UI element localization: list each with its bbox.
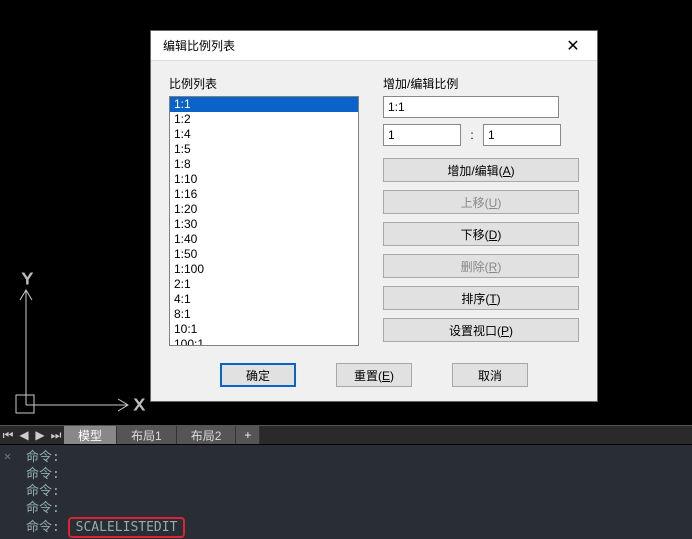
scale-list-item[interactable]: 1:20 [170,202,358,217]
scale-list-item[interactable]: 8:1 [170,307,358,322]
tab-next-icon[interactable]: ▶ [32,425,48,445]
tab-prev-icon[interactable]: ◀ [16,425,32,445]
tab-layout2[interactable]: 布局2 [177,426,237,444]
add-edit-button[interactable]: 增加/编辑(A) [383,158,579,182]
command-line: 命令: SCALELISTEDIT [26,517,686,538]
tab-model[interactable]: 模型 [64,426,117,444]
axis-y-label: Y [22,271,33,288]
delete-button[interactable]: 删除(R) [383,254,579,278]
dialog-titlebar[interactable]: 编辑比例列表 ✕ [151,31,597,61]
scale-list-item[interactable]: 1:10 [170,172,358,187]
layout-tabs-bar: ⏮ ◀ ▶ ⏭ 模型 布局1 布局2 + [0,425,692,445]
scale-list-item[interactable]: 1:30 [170,217,358,232]
ratio-separator: : [467,128,477,142]
scale-list-item[interactable]: 1:1 [170,97,358,112]
move-down-button[interactable]: 下移(D) [383,222,579,246]
ok-button[interactable]: 确定 [220,363,296,387]
scale-list-item[interactable]: 100:1 [170,337,358,346]
command-line: 命令: [26,466,686,483]
scale-listbox[interactable]: 1:11:21:41:51:81:101:161:201:301:401:501… [169,96,359,346]
scale-list-item[interactable]: 2:1 [170,277,358,292]
scale-list-label: 比例列表 [169,75,359,92]
reset-button[interactable]: 重置(E) [336,363,412,387]
ratio-right-input[interactable] [483,124,561,146]
scale-list-item[interactable]: 1:50 [170,247,358,262]
sort-button[interactable]: 排序(T) [383,286,579,310]
scale-list-item[interactable]: 1:40 [170,232,358,247]
close-icon[interactable]: ✕ [557,31,589,61]
scale-list-item[interactable]: 1:4 [170,127,358,142]
scale-list-item[interactable]: 1:16 [170,187,358,202]
scale-list-item[interactable]: 1:100 [170,262,358,277]
tab-add-button[interactable]: + [236,426,260,444]
scale-list-item[interactable]: 10:1 [170,322,358,337]
axis-x-label: X [134,397,145,414]
tab-first-icon[interactable]: ⏮ [0,425,16,445]
move-up-button[interactable]: 上移(U) [383,190,579,214]
command-close-icon[interactable]: ✕ [4,449,11,463]
command-line: 命令: [26,500,686,517]
command-line: 命令: [26,449,686,466]
scale-list-item[interactable]: 1:5 [170,142,358,157]
tab-layout1[interactable]: 布局1 [117,426,177,444]
dialog-title: 编辑比例列表 [163,37,235,54]
ratio-left-input[interactable] [383,124,461,146]
scale-name-input[interactable] [383,96,559,118]
command-highlight: SCALELISTEDIT [68,517,186,538]
edit-scale-list-dialog: 编辑比例列表 ✕ 比例列表 1:11:21:41:51:81:101:161:2… [150,30,598,402]
edit-scale-label: 增加/编辑比例 [383,75,579,92]
tab-nav-controls: ⏮ ◀ ▶ ⏭ [0,426,64,444]
scale-list-item[interactable]: 1:2 [170,112,358,127]
command-history: 命令: 命令: 命令: 命令: 命令: SCALELISTEDIT [26,449,686,538]
cancel-button[interactable]: 取消 [452,363,528,387]
viewport-button[interactable]: 设置视口(P) [383,318,579,342]
tab-last-icon[interactable]: ⏭ [48,425,64,445]
command-panel[interactable]: ✕ 命令: 命令: 命令: 命令: 命令: SCALELISTEDIT [0,445,692,539]
command-line: 命令: [26,483,686,500]
scale-list-item[interactable]: 1:8 [170,157,358,172]
scale-list-item[interactable]: 4:1 [170,292,358,307]
